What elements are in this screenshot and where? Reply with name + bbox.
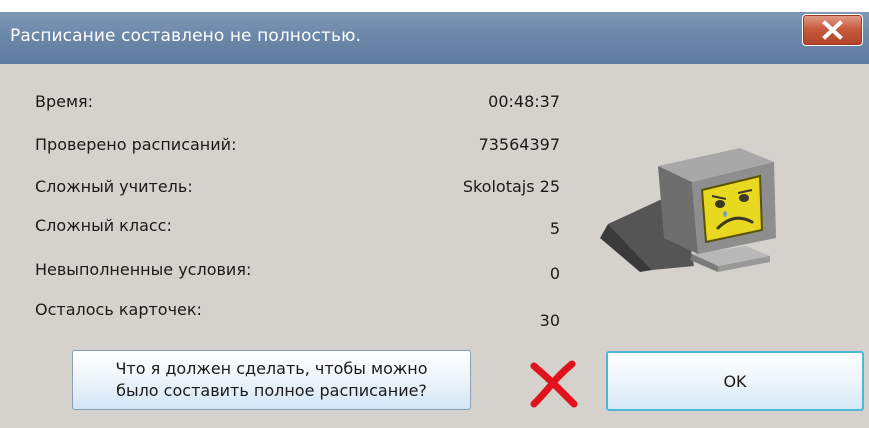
stat-label-difficult-teacher: Сложный учитель: [35,177,193,196]
stat-value-difficult-class: 5 [549,219,560,238]
sad-computer-icon [600,148,776,272]
stat-label-unfulfilled-conditions: Невыполненные условия: [35,260,252,279]
dialog-title: Расписание составлено не полностью. [10,26,362,46]
ok-button[interactable]: OK [606,351,864,411]
stat-value-checked-schedules: 73564397 [478,135,560,154]
red-x-icon [530,360,578,408]
title-bar: Расписание составлено не полностью. [0,12,869,64]
help-button-line-1: Что я должен сделать, чтобы можно [115,359,428,378]
stat-row-time: Время: 00:48:37 [0,92,580,116]
help-button-line-2: было составить полное расписание? [116,381,427,400]
stat-value-unfulfilled-conditions: 0 [549,264,560,283]
close-icon [822,20,843,40]
stat-value-difficult-teacher: Skolotajs 25 [462,177,560,196]
incomplete-schedule-dialog: Расписание составлено не полностью. Врем… [0,0,869,428]
stat-row-checked-schedules: Проверено расписаний: 73564397 [0,135,580,159]
ok-button-label: OK [723,371,747,391]
stat-label-difficult-class: Сложный класс: [35,216,172,235]
stat-row-difficult-teacher: Сложный учитель: Skolotajs 25 [0,177,580,201]
dialog-body: Время: 00:48:37 Проверено расписаний: 73… [0,64,869,428]
stat-row-difficult-class: Сложный класс: 5 [0,216,580,240]
stat-label-checked-schedules: Проверено расписаний: [35,135,237,154]
stat-label-remaining-cards: Осталось карточек: [35,300,202,319]
stat-value-time: 00:48:37 [488,92,560,111]
stat-label-time: Время: [35,92,94,111]
stat-row-remaining-cards: Осталось карточек: 30 [0,300,580,330]
stat-row-unfulfilled-conditions: Невыполненные условия: 0 [0,260,580,284]
close-button[interactable] [802,14,863,46]
stat-value-remaining-cards: 30 [539,311,560,330]
what-should-i-do-button[interactable]: Что я должен сделать, чтобы можно было с… [72,350,471,410]
